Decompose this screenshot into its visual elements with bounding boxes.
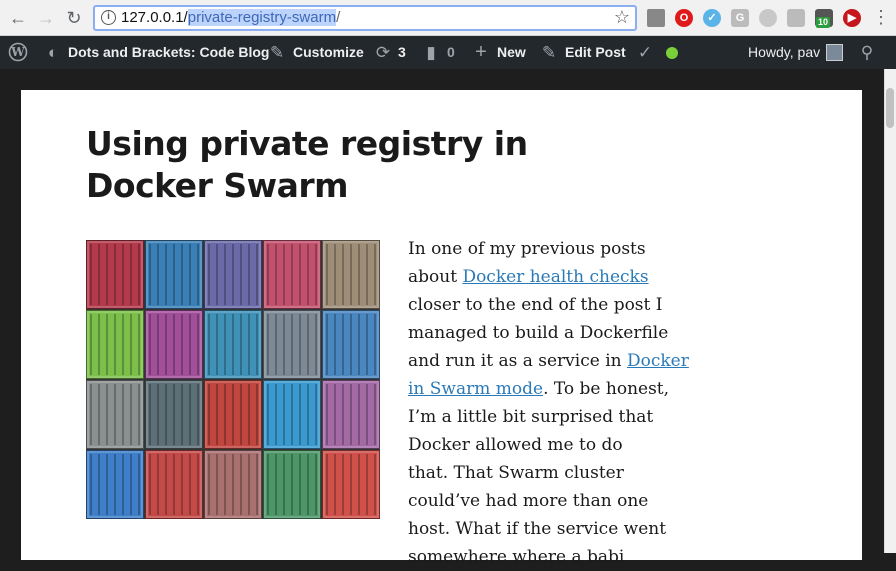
shipping-container bbox=[263, 240, 321, 309]
shipping-container bbox=[204, 240, 262, 309]
plus-icon: + bbox=[475, 41, 487, 63]
body-text: and run it as a service in bbox=[408, 351, 627, 371]
body-line: I’m a little bit surprised that bbox=[408, 407, 654, 427]
play-extension-icon[interactable]: ▶ bbox=[843, 9, 861, 27]
browser-toolbar: ← → ↻ i 127.0.0.1/private-registry-swarm… bbox=[0, 0, 896, 36]
body-line: and run it as a service in Docker bbox=[408, 347, 689, 375]
shipping-container bbox=[322, 450, 380, 519]
post-title: Using private registry in Docker Swarm bbox=[86, 124, 528, 205]
comments-icon: ▮ bbox=[426, 43, 436, 62]
body-line: host. What if the service went bbox=[408, 519, 667, 539]
shipping-container bbox=[263, 310, 321, 379]
customize-link[interactable]: Customize bbox=[293, 36, 364, 69]
extension-badge: 10 bbox=[816, 17, 831, 28]
featured-image-containers bbox=[86, 240, 380, 519]
url-path-selected: private-registry-swarm bbox=[187, 9, 337, 26]
shipping-container bbox=[263, 380, 321, 449]
shipping-container bbox=[86, 310, 144, 379]
brush-icon: ✎ bbox=[269, 43, 285, 62]
page-extension-icon[interactable]: 10 bbox=[815, 9, 833, 28]
shipping-container bbox=[263, 450, 321, 519]
updates-count[interactable]: 3 bbox=[398, 36, 406, 69]
pencil-icon: ✎ bbox=[541, 43, 557, 62]
body-text: . To be honest, bbox=[543, 379, 670, 399]
shipping-container bbox=[86, 450, 144, 519]
opera-extension-icon[interactable]: O bbox=[675, 9, 693, 27]
url-host: 127.0.0.1/ bbox=[121, 9, 188, 26]
body-line: about Docker health checks bbox=[408, 263, 678, 291]
edit-post-link[interactable]: Edit Post bbox=[565, 36, 626, 69]
scrollbar[interactable] bbox=[884, 69, 896, 553]
yoast-seo-icon[interactable]: ✓ bbox=[636, 36, 654, 69]
greeting[interactable]: Howdy, pav bbox=[748, 36, 820, 69]
shipping-container bbox=[86, 240, 144, 309]
seo-status-dot bbox=[666, 47, 678, 59]
drive-extension-icon[interactable] bbox=[759, 9, 777, 27]
shipping-container bbox=[204, 380, 262, 449]
body-link[interactable]: Docker bbox=[627, 351, 689, 371]
search-icon[interactable]: ⚲ bbox=[857, 36, 877, 69]
forward-arrow-icon[interactable]: → bbox=[34, 6, 58, 30]
comments-count[interactable]: 0 bbox=[447, 36, 455, 69]
body-link[interactable]: Docker health checks bbox=[462, 267, 648, 287]
wp-admin-bar: W ◐ Dots and Brackets: Code Blog ✎ Custo… bbox=[0, 36, 896, 69]
body-line: could’ve had more than one bbox=[408, 491, 649, 511]
svg-text:W: W bbox=[10, 45, 25, 59]
shipping-container bbox=[145, 450, 203, 519]
cast-icon[interactable] bbox=[647, 9, 665, 27]
body-line: Docker allowed me to do bbox=[408, 435, 623, 455]
shipping-container bbox=[322, 310, 380, 379]
updates-icon: ⟳ bbox=[375, 43, 391, 62]
url-trail: / bbox=[336, 9, 341, 26]
address-bar[interactable]: i 127.0.0.1/private-registry-swarm/ ☆ bbox=[93, 5, 637, 31]
shipping-container bbox=[86, 380, 144, 449]
back-arrow-icon[interactable]: ← bbox=[6, 6, 30, 30]
body-line: managed to build a Dockerfile bbox=[408, 323, 669, 343]
browser-menu-icon[interactable]: ⋮ bbox=[872, 7, 890, 27]
new-content-link[interactable]: New bbox=[497, 36, 526, 69]
check-extension-icon[interactable]: ✓ bbox=[703, 9, 721, 27]
body-line: that. That Swarm cluster bbox=[408, 463, 624, 483]
info-icon[interactable]: i bbox=[101, 10, 116, 25]
bookmark-star-icon[interactable]: ☆ bbox=[614, 7, 630, 28]
shipping-container bbox=[145, 310, 203, 379]
body-line: In one of my previous posts bbox=[408, 239, 646, 259]
shipping-container bbox=[322, 380, 380, 449]
g-extension-icon[interactable]: G bbox=[731, 9, 749, 27]
dashboard-gauge-icon: ◐ bbox=[47, 43, 59, 62]
puzzle-extension-icon[interactable] bbox=[787, 9, 805, 27]
reload-icon[interactable]: ↻ bbox=[62, 6, 86, 30]
shipping-container bbox=[204, 450, 262, 519]
body-link[interactable]: in Swarm mode bbox=[408, 379, 543, 399]
body-text: about bbox=[408, 267, 463, 287]
wordpress-logo-icon[interactable]: W bbox=[6, 36, 30, 69]
address-bar-url: 127.0.0.1/private-registry-swarm/ bbox=[121, 9, 340, 27]
body-line: closer to the end of the post I bbox=[408, 295, 663, 315]
site-name-link[interactable]: Dots and Brackets: Code Blog bbox=[68, 36, 269, 69]
body-line: somewhere where a babi bbox=[408, 547, 625, 567]
scrollbar-thumb[interactable] bbox=[886, 88, 894, 128]
shipping-container bbox=[145, 240, 203, 309]
shipping-container bbox=[204, 310, 262, 379]
post-body: In one of my previous posts about Docker … bbox=[408, 235, 689, 571]
body-line: in Swarm mode. To be honest, bbox=[408, 375, 678, 403]
avatar[interactable] bbox=[826, 44, 843, 61]
shipping-container bbox=[145, 380, 203, 449]
shipping-container bbox=[322, 240, 380, 309]
